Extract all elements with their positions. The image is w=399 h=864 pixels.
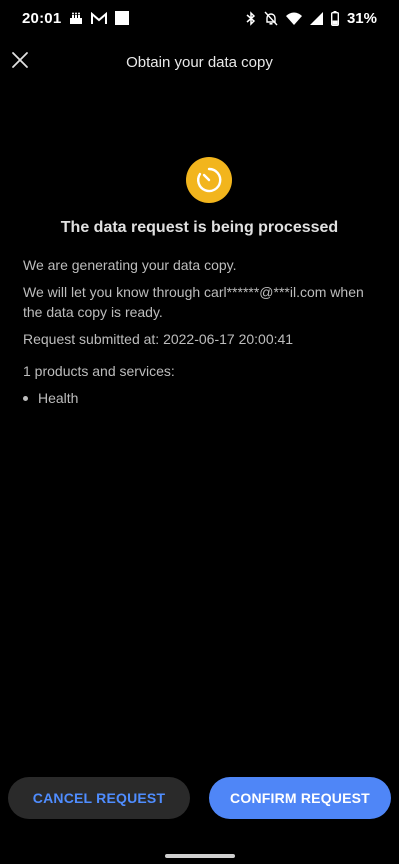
cancel-request-button[interactable]: CANCEL REQUEST [8,777,190,819]
notify-message: We will let you know through carl******@… [23,284,364,320]
page-title: Obtain your data copy [126,54,273,71]
products-count-label: 1 products and services: [23,363,175,379]
list-item: Health [23,388,78,408]
home-indicator[interactable] [165,854,235,858]
battery-percent: 31% [346,9,377,27]
clock-processing-icon [186,157,232,203]
bluetooth-icon [246,10,256,26]
confirm-request-button[interactable]: CONFIRM REQUEST [209,777,391,819]
status-left: 20:01 [22,9,130,27]
status-headline: The data request is being processed [60,219,339,236]
generating-message: We are generating your data copy. [23,257,237,273]
service-name: Health [38,390,79,406]
white-square-icon [115,11,130,25]
status-time: 20:01 [22,9,62,27]
submitted-time: Request submitted at: 2022-06-17 20:00:4… [23,331,294,347]
bullet-icon [23,395,28,401]
status-right: 31% [246,10,377,27]
wifi-icon [285,12,302,25]
mute-bell-icon [264,11,278,26]
app-bar: Obtain your data copy [0,44,399,84]
status-bar: 20:01 31% [0,0,399,36]
gmail-icon [91,11,108,25]
battery-icon [330,10,339,26]
cake-icon [69,11,83,25]
signal-icon [309,11,323,25]
